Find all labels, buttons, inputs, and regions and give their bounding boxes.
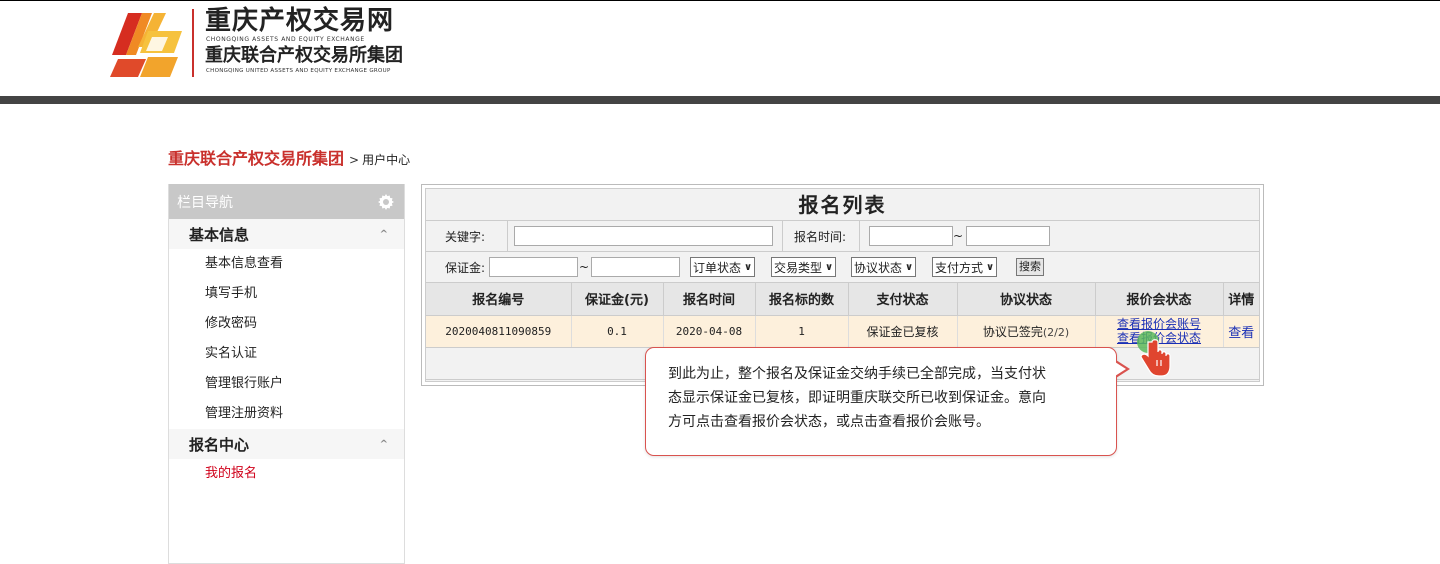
agreement-status-cell: 协议已签完(2/2) <box>957 315 1096 348</box>
keyword-input[interactable] <box>514 226 773 246</box>
select-value: 协议状态 <box>854 260 903 275</box>
range-separator: ~ <box>579 260 590 274</box>
group-subtitle-en: CHONGQING UNITED ASSETS AND EQUITY EXCHA… <box>206 68 391 74</box>
sidebar-item-basic-info-view[interactable]: 基本信息查看 <box>169 249 404 279</box>
view-quote-account-link[interactable]: 查看报价会账号 <box>1096 317 1223 331</box>
hand-pointer-icon <box>1137 331 1171 377</box>
agreement-status-text: 协议已签完 <box>982 324 1043 339</box>
caret-up-icon: ^ <box>379 438 388 450</box>
breadcrumb-current: 用户中心 <box>362 153 411 167</box>
chevron-down-icon: ∨ <box>986 261 995 273</box>
column-header: 报名编号 <box>426 283 572 316</box>
sidebar-nav: 栏目导航 基本信息 ^ 基本信息查看 填写手机 修改密码 实名认证 管理银行账户… <box>168 184 405 564</box>
cell-divider <box>507 221 508 251</box>
sidebar-item-fill-phone[interactable]: 填写手机 <box>169 279 404 309</box>
panel-title: 报名列表 <box>426 189 1259 221</box>
sidebar-section-label: 基本信息 <box>189 225 250 244</box>
tooltip-line: 态显示保证金已复核，即证明重庆联交所已收到保证金。意向 <box>668 390 1046 406</box>
column-header: 详情 <box>1223 283 1259 316</box>
range-separator: ~ <box>953 229 964 243</box>
cell-divider <box>782 221 783 251</box>
tooltip-line: 到此为止，整个报名及保证金交纳手续已全部完成，当支付状 <box>668 366 1046 382</box>
breadcrumb: 重庆联合产权交易所集团 > 用户中心 <box>168 145 411 169</box>
sidebar-section-basic-info[interactable]: 基本信息 ^ <box>169 219 404 249</box>
agreement-progress: (2/2) <box>1042 325 1070 339</box>
breadcrumb-separator: > <box>349 153 360 167</box>
select-value: 订单状态 <box>693 260 742 275</box>
deposit-to-input[interactable] <box>591 257 680 277</box>
caret-up-icon: ^ <box>379 228 388 240</box>
tooltip-line: 方可点击查看报价会状态，或点击查看报价会账号。 <box>668 414 990 430</box>
time-label: 报名时间: <box>794 229 847 244</box>
column-header: 报价会状态 <box>1095 283 1224 316</box>
deposit-from-input[interactable] <box>489 257 578 277</box>
pay-status-cell: 保证金已复核 <box>848 315 958 348</box>
sidebar-header: 栏目导航 <box>169 184 404 219</box>
chevron-down-icon: ∨ <box>825 261 834 273</box>
sidebar-title: 栏目导航 <box>177 194 233 211</box>
trade-type-select[interactable]: 交易类型 ∨ <box>771 257 837 277</box>
column-header: 保证金(元) <box>571 283 664 316</box>
time-to-input[interactable] <box>966 226 1050 246</box>
search-button[interactable]: 搜索 <box>1016 258 1044 276</box>
time-from-input[interactable] <box>869 226 953 246</box>
table-header-row: 报名编号 保证金(元) 报名时间 报名标的数 支付状态 协议状态 报价会状态 详… <box>426 283 1259 316</box>
sidebar-item-change-password[interactable]: 修改密码 <box>169 309 404 339</box>
breadcrumb-root-link[interactable]: 重庆联合产权交易所集团 <box>168 145 344 169</box>
sidebar-section-registration-center[interactable]: 报名中心 ^ <box>169 429 404 459</box>
view-detail-link[interactable]: 查看 <box>1228 326 1254 341</box>
logo-divider <box>192 9 194 77</box>
column-header: 支付状态 <box>848 283 958 316</box>
column-header: 报名标的数 <box>755 283 849 316</box>
filter-row-keyword: 关键字: 报名时间: ~ <box>426 221 1259 252</box>
site-subtitle-en: CHONGQING ASSETS AND EQUITY EXCHANGE <box>206 36 365 43</box>
deposit-label: 保证金: <box>445 260 486 275</box>
deposit-cell: 0.1 <box>571 315 664 348</box>
site-header: 重庆产权交易网 CHONGQING ASSETS AND EQUITY EXCH… <box>0 1 1440 96</box>
chevron-down-icon: ∨ <box>744 261 753 273</box>
column-header: 报名时间 <box>663 283 756 316</box>
select-value: 交易类型 <box>774 260 823 275</box>
registration-id-cell: 2020040811090859 <box>426 315 572 348</box>
payment-method-select[interactable]: 支付方式 ∨ <box>932 257 998 277</box>
group-title: 重庆联合产权交易所集团 <box>205 45 403 66</box>
sidebar-item-real-name-auth[interactable]: 实名认证 <box>169 339 404 369</box>
select-value: 支付方式 <box>935 260 984 275</box>
sidebar-item-my-registrations[interactable]: 我的报名 <box>169 459 404 489</box>
tooltip-arrow-inner <box>1115 362 1126 376</box>
order-status-select[interactable]: 订单状态 ∨ <box>690 257 756 277</box>
gear-icon[interactable] <box>378 193 394 210</box>
logo-icon[interactable] <box>108 7 186 79</box>
site-title: 重庆产权交易网 <box>205 6 395 36</box>
sidebar-section-label: 报名中心 <box>189 435 250 454</box>
date-cell: 2020-04-08 <box>663 315 756 348</box>
table-row: 2020040811090859 0.1 2020-04-08 1 保证金已复核… <box>426 315 1259 348</box>
header-divider-bar <box>0 96 1440 104</box>
cell-divider <box>859 221 860 251</box>
count-cell: 1 <box>755 315 849 348</box>
column-header: 协议状态 <box>957 283 1096 316</box>
sidebar-item-registration-info[interactable]: 管理注册资料 <box>169 399 404 429</box>
filter-row-deposit: 保证金: ~ 订单状态 ∨ 交易类型 ∨ 协议状态 ∨ 支付方式 ∨ 搜索 <box>426 252 1259 283</box>
chevron-down-icon: ∨ <box>905 261 914 273</box>
detail-cell: 查看 <box>1223 315 1259 348</box>
agreement-status-select[interactable]: 协议状态 ∨ <box>851 257 917 277</box>
guide-tooltip: 到此为止，整个报名及保证金交纳手续已全部完成，当支付状 态显示保证金已复核，即证… <box>645 347 1117 456</box>
sidebar-item-bank-accounts[interactable]: 管理银行账户 <box>169 369 404 399</box>
keyword-label: 关键字: <box>445 229 486 244</box>
